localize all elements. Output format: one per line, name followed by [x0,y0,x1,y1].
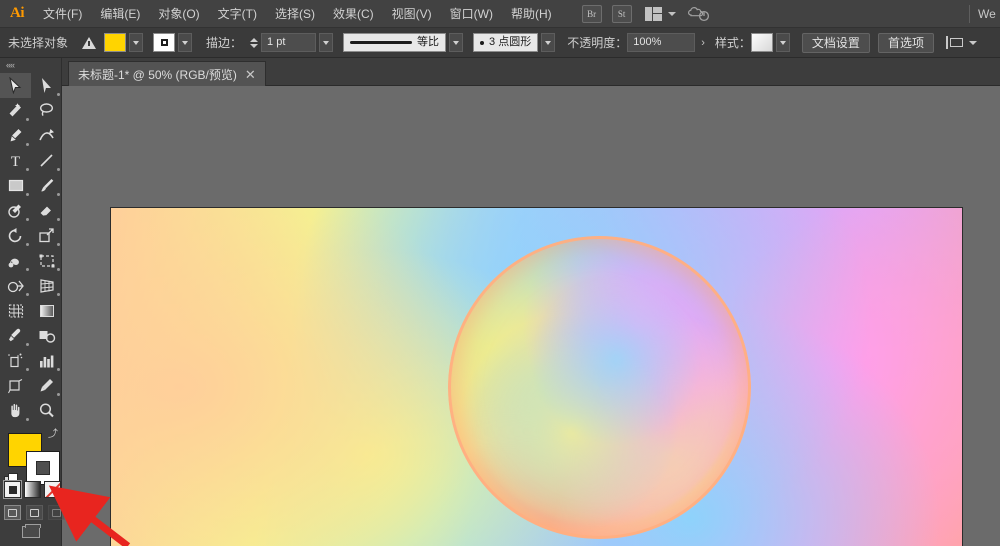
opacity-label: 不透明度： [567,36,628,50]
stroke-swatch-chevron-down-icon[interactable] [178,33,193,52]
menu-effect[interactable]: 效果(C) [324,0,383,28]
screen-mode-fullscreen[interactable] [26,505,43,520]
workspace-switcher[interactable]: We [978,7,1000,21]
tool-grid: T [0,71,61,423]
fill-color-swatch[interactable] [104,33,127,52]
free-transform-tool[interactable] [31,248,62,273]
brush-icon [480,40,485,45]
artboard-tool[interactable] [0,373,31,398]
line-segment-tool[interactable] [31,148,62,173]
ai-logo-icon: Ai [10,5,25,21]
eyedropper-tool[interactable] [0,323,31,348]
blend-tool[interactable] [31,323,62,348]
slice-tool[interactable] [31,373,62,398]
document-tab-label: 未标题-1* @ 50% (RGB/预览) [78,67,237,82]
perspective-grid-tool[interactable] [31,273,62,298]
gradient-tool[interactable] [31,298,62,323]
hand-tool[interactable] [0,398,31,423]
menubar-divider [969,4,970,23]
menubar-right-group: We [961,0,1000,28]
document-tab-bar: 未标题-1* @ 50% (RGB/预览) ✕ [0,58,1000,86]
menu-select[interactable]: 选择(S) [266,0,324,28]
preferences-button[interactable]: 首选项 [877,32,934,53]
type-tool[interactable]: T [0,148,31,173]
stroke-swatch-large[interactable] [26,451,60,485]
width-profile-icon [350,41,413,44]
stroke-weight-stepper[interactable] [248,34,259,52]
menu-window[interactable]: 窗口(W) [441,0,502,28]
color-mode-row [3,480,61,499]
width-profile-chevron-down-icon[interactable] [449,33,464,52]
gradient-mode-button[interactable] [24,481,41,498]
menu-object[interactable]: 对象(O) [149,0,208,28]
pen-tool[interactable] [0,123,31,148]
stroke-weight-chevron-down-icon[interactable] [319,33,334,52]
control-bar: 未选择对象 描边： 1 pt 等比 3 点圆形 不透明度： 100% › 样式： [0,28,1000,58]
width-warp-tool[interactable] [0,248,31,273]
shape-builder-tool[interactable] [0,273,31,298]
arrange-documents-icon[interactable] [644,6,663,21]
align-objects-icon[interactable] [945,35,963,50]
curvature-tool[interactable] [31,123,62,148]
column-graph-tool[interactable] [31,348,62,373]
menu-help[interactable]: 帮助(H) [502,0,561,28]
bridge-icon[interactable]: Br [581,4,602,23]
menu-view[interactable]: 视图(V) [383,0,441,28]
document-setup-button[interactable]: 文档设置 [801,32,870,53]
screen-mode-row [4,505,65,520]
lasso-tool[interactable] [31,98,62,123]
menu-file[interactable]: 文件(F) [34,0,91,28]
style-chevron-down-icon[interactable] [775,33,790,52]
stroke-color-swatch[interactable] [153,33,176,52]
stroke-weight-label: 描边： [206,36,243,50]
symbol-sprayer-tool[interactable] [0,348,31,373]
rotate-tool[interactable] [0,223,31,248]
stroke-weight-input[interactable]: 1 pt [261,33,317,52]
brush-label: 3 点圆形 [489,36,532,48]
swap-fill-stroke-icon[interactable]: ⤴ [48,430,58,440]
graphic-style-swatch[interactable] [750,33,773,52]
magic-wand-tool[interactable] [0,98,31,123]
stock-icon[interactable]: St [611,4,632,23]
illustrator-window: Ai 文件(F) 编辑(E) 对象(O) 文字(T) 选择(S) 效果(C) 视… [0,0,1000,546]
color-mode-button[interactable] [3,480,22,499]
change-screen-mode-icon[interactable] [22,524,41,538]
gradient-swirl-circle[interactable] [448,236,751,539]
rectangle-tool[interactable] [0,173,31,198]
close-icon[interactable]: ✕ [245,68,256,81]
paintbrush-tool[interactable] [31,173,62,198]
artboard[interactable] [110,207,963,546]
chevron-down-icon[interactable] [667,11,676,16]
pencil-shaper-tool[interactable] [0,198,31,223]
tools-panel: «« T ⤴ [0,58,65,546]
warning-triangle-icon[interactable] [82,36,97,49]
brush-chevron-down-icon[interactable] [541,33,556,52]
creative-cloud-sync-icon[interactable] [687,4,710,24]
mesh-tool[interactable] [0,298,31,323]
variable-width-profile-select[interactable]: 等比 [343,33,447,52]
none-mode-button[interactable] [44,481,61,498]
svg-text:T: T [11,154,20,169]
menu-type[interactable]: 文字(T) [209,0,266,28]
eraser-tool[interactable] [31,198,62,223]
align-chevron-down-icon[interactable] [968,40,977,45]
style-label: 样式： [714,36,751,50]
screen-mode-presentation[interactable] [48,505,65,520]
brush-definition-select[interactable]: 3 点圆形 [473,33,539,52]
canvas-area[interactable] [62,86,1000,546]
width-profile-label: 等比 [417,36,440,48]
scale-tool[interactable] [31,223,62,248]
menu-edit[interactable]: 编辑(E) [91,0,149,28]
zoom-tool[interactable] [31,398,62,423]
collapse-panel-icon[interactable]: «« [0,58,61,71]
document-tab[interactable]: 未标题-1* @ 50% (RGB/预览) ✕ [68,61,266,86]
screen-mode-normal[interactable] [4,505,21,520]
opacity-expand-icon[interactable]: › [701,37,705,49]
menu-bar: Ai 文件(F) 编辑(E) 对象(O) 文字(T) 选择(S) 效果(C) 视… [0,0,1000,28]
opacity-input[interactable]: 100% [627,33,696,52]
fill-swatch-chevron-down-icon[interactable] [129,33,144,52]
selection-status-label: 未选择对象 [8,36,69,50]
direct-selection-tool[interactable] [31,73,62,98]
selection-tool[interactable] [0,73,31,98]
